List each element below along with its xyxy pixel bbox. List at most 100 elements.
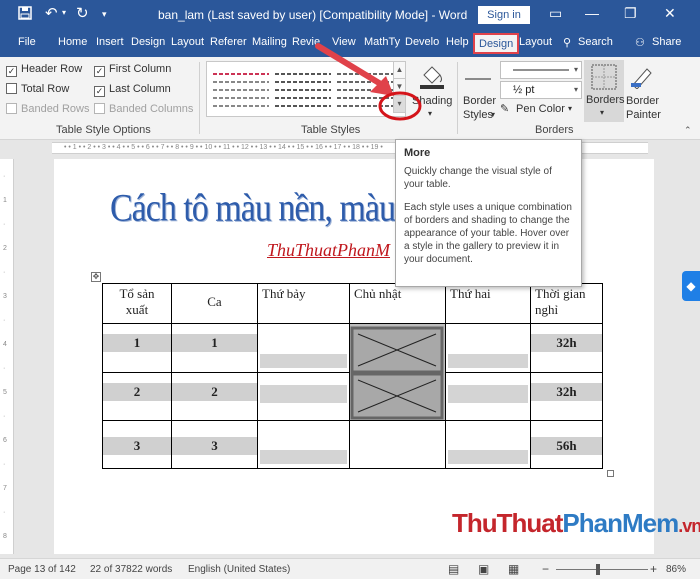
first-column-checkbox[interactable]: ✓ First Column: [94, 63, 171, 77]
minimize-button[interactable]: —: [585, 5, 599, 21]
border-painter-label-2: Painter: [626, 109, 661, 121]
total-row-checkbox[interactable]: Total Row: [6, 83, 69, 95]
tell-me-search[interactable]: Search: [578, 36, 613, 48]
sign-in-button[interactable]: Sign in: [478, 6, 530, 24]
gallery-scroll-down[interactable]: ▼: [393, 78, 406, 96]
zoom-out-icon[interactable]: −: [542, 562, 549, 576]
table-row: 3 3 56h: [102, 420, 603, 469]
read-mode-icon[interactable]: ▤: [448, 562, 459, 576]
shading-button[interactable]: Shading ▾: [412, 61, 452, 121]
table-style-thumb[interactable]: [337, 68, 393, 108]
tab-table-layout[interactable]: Layout: [519, 36, 552, 48]
border-painter-label-1: Border: [626, 95, 660, 107]
zoom-slider[interactable]: [556, 569, 648, 570]
tab-mathtype[interactable]: MathTy: [364, 36, 400, 48]
dropbox-icon[interactable]: ◆: [682, 271, 700, 301]
cell-chu-nhat-merged: [349, 323, 446, 421]
cell-ca: 2: [171, 371, 258, 421]
print-layout-icon[interactable]: ▣: [478, 562, 489, 576]
header-row-checkbox[interactable]: ✓ Header Row: [6, 63, 82, 77]
zoom-level[interactable]: 86%: [666, 564, 686, 575]
cell-to: 3: [102, 420, 172, 469]
borders-button[interactable]: Borders ▾: [584, 60, 625, 122]
banded-rows-checkbox[interactable]: Banded Rows: [6, 103, 90, 115]
customize-icon[interactable]: ▾: [102, 9, 107, 20]
table-styles-gallery[interactable]: [206, 61, 406, 117]
redo-icon[interactable]: ↻: [76, 4, 89, 22]
tab-view[interactable]: View: [332, 36, 356, 48]
header-ca: Ca: [171, 283, 258, 324]
chevron-down-icon: ▾: [491, 110, 496, 119]
border-painter-icon: [631, 68, 652, 89]
paint-bucket-icon: [420, 66, 444, 89]
share-icon[interactable]: ⚇: [635, 36, 645, 49]
undo-dropdown-icon[interactable]: ▾: [62, 8, 66, 17]
undo-icon[interactable]: ↶: [45, 4, 58, 22]
word-count[interactable]: 22 of 37822 words: [90, 564, 172, 575]
pen-color-button[interactable]: ✎ Pen Color ▾: [500, 101, 582, 119]
cell-thu-hai: [445, 323, 531, 373]
cell-nghi: 56h: [530, 420, 603, 469]
language[interactable]: English (United States): [188, 564, 290, 575]
tab-table-design[interactable]: Design: [473, 33, 520, 54]
ribbon-separator: [457, 62, 458, 134]
tooltip-line2: Each style uses a unique combination of …: [404, 202, 572, 265]
collapse-ribbon-icon[interactable]: ⌃: [684, 125, 692, 136]
borders-group-label: Borders: [535, 124, 574, 136]
border-line-icon: [465, 78, 491, 80]
tab-references[interactable]: Referer: [210, 36, 247, 48]
web-layout-icon[interactable]: ▦: [508, 562, 519, 576]
restore-button[interactable]: ❐: [624, 5, 637, 22]
pen-icon: ✎: [500, 103, 510, 115]
cell-nghi: 32h: [530, 371, 603, 421]
search-icon[interactable]: ⚲: [563, 36, 571, 49]
border-styles-button[interactable]: Border Styles ▾: [461, 61, 497, 123]
status-bar: Page 13 of 142 22 of 37822 words English…: [0, 558, 700, 579]
document-subheading: ThuThuatPhanM: [267, 240, 391, 260]
border-painter-button[interactable]: Border Painter: [624, 61, 661, 123]
zoom-slider-thumb[interactable]: [596, 564, 600, 575]
cell-to: 1: [102, 323, 172, 373]
zoom-in-icon[interactable]: +: [650, 562, 657, 576]
save-icon[interactable]: [18, 6, 32, 24]
line-style-preview-icon: [513, 69, 569, 71]
tab-mailings[interactable]: Mailing: [252, 36, 287, 48]
ribbon-tabs: File Home Insert Design Layout Referer M…: [0, 30, 700, 57]
more-tooltip: More Quickly change the visual style of …: [395, 139, 582, 287]
close-button[interactable]: ✕: [664, 5, 676, 22]
table-style-thumb[interactable]: [213, 68, 269, 108]
cell-ca: 1: [171, 323, 258, 373]
table-resize-handle-icon[interactable]: [607, 470, 614, 477]
header-thu-hai: Thứ hai: [445, 283, 531, 324]
ribbon-display-icon[interactable]: ▭: [549, 5, 562, 22]
share-button[interactable]: Share: [652, 36, 681, 48]
gallery-more-button[interactable]: ▾: [393, 95, 406, 113]
header-thu-bay: Thứ bảy: [257, 283, 350, 324]
line-weight-dropdown[interactable]: ½ pt ▾: [500, 81, 582, 99]
chevron-down-icon: ▾: [428, 109, 433, 118]
table-move-handle-icon[interactable]: ✥: [91, 272, 101, 282]
line-style-dropdown[interactable]: ▾: [500, 61, 582, 79]
tab-insert[interactable]: Insert: [96, 36, 124, 48]
watermark-logo: ThuThuatPhanMem.vn: [452, 508, 700, 538]
tab-home[interactable]: Home: [58, 36, 87, 48]
tab-review[interactable]: Revie: [292, 36, 320, 48]
tab-file[interactable]: File: [18, 36, 36, 48]
tab-developer[interactable]: Develo: [405, 36, 439, 48]
header-to-san-xuat: Tổ sản xuất: [102, 283, 172, 324]
tooltip-line1: Quickly change the visual style of your …: [404, 166, 552, 190]
gallery-scroll-up[interactable]: ▲: [393, 61, 406, 79]
schedule-table[interactable]: Tổ sản xuất Ca Thứ bảy Chủ nhật Thứ hai …: [102, 283, 603, 469]
borders-label: Borders: [586, 94, 625, 106]
tab-layout-doc[interactable]: Layout: [171, 36, 204, 48]
table-style-thumb[interactable]: [275, 68, 331, 108]
banded-columns-checkbox[interactable]: Banded Columns: [94, 103, 193, 115]
vertical-ruler[interactable]: · 1 · 2 · 3 · 4 · 5 · 6 · 7 · 8: [0, 159, 14, 554]
tab-help[interactable]: Help: [446, 36, 469, 48]
cell-thu-bay: [257, 371, 350, 421]
tab-design-doc[interactable]: Design: [131, 36, 165, 48]
cell-chu-nhat: [349, 420, 446, 469]
line-weight-value: ½ pt: [513, 84, 535, 96]
page-count[interactable]: Page 13 of 142: [8, 564, 76, 575]
last-column-checkbox[interactable]: ✓ Last Column: [94, 83, 171, 97]
